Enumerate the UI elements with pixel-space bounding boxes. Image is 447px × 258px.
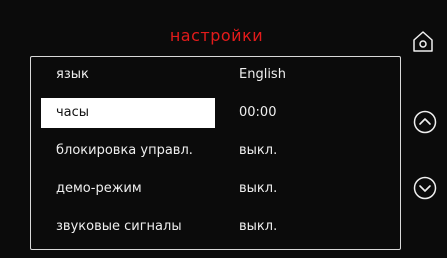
settings-row-control-lock[interactable]: блокировка управл. выкл. [31, 135, 400, 167]
chevron-down-circle-icon [413, 176, 437, 200]
row-value: выкл. [239, 143, 278, 158]
settings-row-clock[interactable]: часы 00:00 [31, 97, 400, 129]
row-label: язык [56, 67, 89, 82]
row-label: демо-режим [56, 181, 142, 196]
row-value: выкл. [239, 219, 278, 234]
home-icon [413, 31, 433, 52]
settings-screen: настройки язык English часы 00:00 блокир… [0, 0, 447, 258]
row-value: выкл. [239, 181, 278, 196]
row-label: блокировка управл. [56, 143, 193, 158]
settings-list: язык English часы 00:00 блокировка управ… [30, 56, 401, 250]
row-value: 00:00 [239, 105, 277, 120]
settings-row-demo-mode[interactable]: демо-режим выкл. [31, 173, 400, 205]
scroll-up-button[interactable] [413, 110, 437, 134]
row-label: звуковые сигналы [56, 219, 182, 234]
screen-title: настройки [169, 26, 264, 45]
home-button[interactable] [411, 29, 435, 53]
scroll-down-button[interactable] [413, 176, 437, 200]
settings-row-sound-signals[interactable]: звуковые сигналы выкл. [31, 211, 400, 243]
row-label-selected: часы [41, 98, 215, 128]
row-value: English [239, 67, 286, 82]
settings-row-language[interactable]: язык English [31, 59, 400, 91]
chevron-up-circle-icon [413, 110, 437, 134]
